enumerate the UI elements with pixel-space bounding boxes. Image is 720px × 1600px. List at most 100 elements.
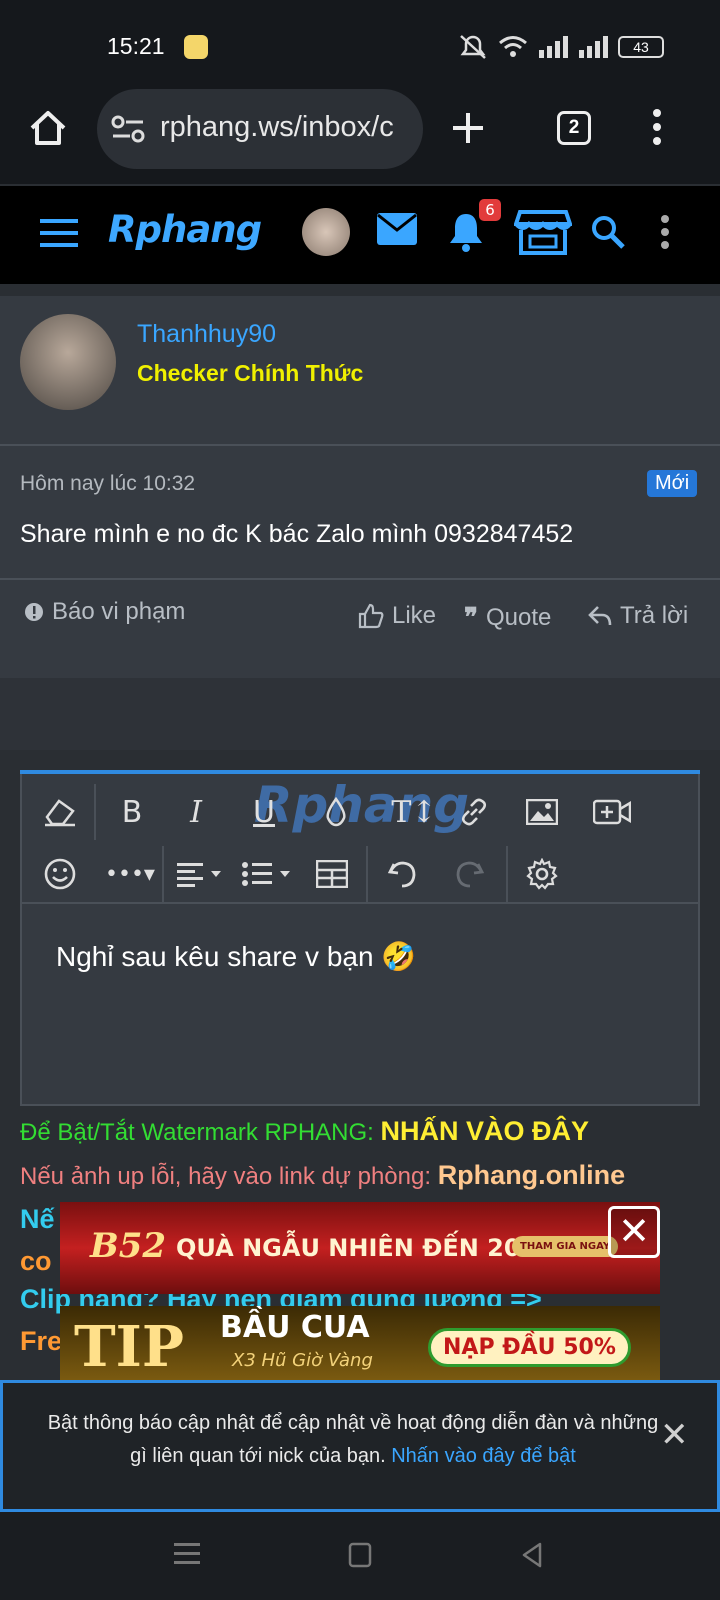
ad1-text: QUÀ NGẪU NHIÊN ĐẾN 200K: [176, 1234, 556, 1262]
status-icons: 43: [458, 34, 664, 60]
insert-link-button[interactable]: [452, 790, 496, 834]
site-settings-icon[interactable]: [111, 115, 145, 143]
insert-media-button[interactable]: [590, 790, 634, 834]
italic-icon: I: [190, 794, 202, 830]
font-size-button[interactable]: T↕: [384, 790, 444, 834]
eraser-icon: [45, 799, 75, 827]
ad-close-button[interactable]: ✕: [608, 1206, 660, 1258]
reply-icon: [588, 606, 612, 626]
hamburger-menu-icon[interactable]: [40, 218, 78, 248]
toolbar-separator: [366, 846, 368, 902]
home-button-icon[interactable]: [348, 1542, 372, 1568]
align-button[interactable]: [174, 852, 230, 896]
align-left-icon: [177, 863, 221, 887]
url-text[interactable]: rphang.ws/inbox/c: [160, 111, 418, 144]
inbox-icon[interactable]: [376, 212, 418, 246]
ellipsis-icon: •••▾: [105, 861, 155, 887]
underline-button[interactable]: U: [242, 790, 286, 834]
info-line-4-text: co: [20, 1246, 52, 1276]
search-icon[interactable]: [590, 214, 626, 250]
backup-link-label: Nếu ảnh up lỗi, hãy vào link dự phòng:: [20, 1163, 438, 1190]
list-button[interactable]: [240, 852, 296, 896]
message-post: Thanhhuy90 Checker Chính Thức Hôm nay lú…: [0, 296, 720, 678]
system-nav-bar: [0, 1512, 720, 1600]
author-avatar[interactable]: [20, 314, 116, 410]
ad-banner-b52[interactable]: B52 QUÀ NGẪU NHIÊN ĐẾN 200K THAM GIA NGA…: [60, 1202, 660, 1294]
report-button[interactable]: Báo vi phạm: [24, 598, 185, 626]
notice-message: Bật thông báo cập nhật để cập nhật về ho…: [43, 1407, 663, 1473]
signal-icon: [539, 36, 568, 58]
info-line-6-text: Fre: [20, 1326, 63, 1356]
info-line-3: Nế: [20, 1204, 55, 1235]
ad2-subtitle: X3 Hũ Giờ Vàng: [232, 1350, 373, 1371]
text-color-button[interactable]: [314, 790, 358, 834]
new-tab-icon[interactable]: [450, 110, 486, 146]
ad-banner-tip[interactable]: TIP BẦU CUA X3 Hũ Giờ Vàng NẠP ĐẦU 50%: [60, 1306, 660, 1380]
more-options-button[interactable]: •••▾: [102, 852, 158, 896]
enable-notifications-link[interactable]: Nhấn vào đây để bật: [391, 1445, 576, 1467]
notification-count-badge: 6: [479, 199, 501, 221]
reply-editor[interactable]: Rphang B I U T↕ •••▾ Nghỉ sau kêu share …: [20, 770, 700, 1106]
list-icon: [242, 862, 290, 886]
editor-toolbar: Rphang B I U T↕ •••▾: [22, 776, 698, 904]
image-icon: [526, 799, 558, 825]
like-button[interactable]: Like: [358, 602, 436, 630]
status-bar: 15:21 43: [0, 0, 720, 86]
watermark-toggle-link[interactable]: NHẤN VÀO ĐÂY: [381, 1116, 590, 1146]
undo-icon: [387, 861, 416, 888]
post-date[interactable]: Hôm nay lúc 10:32: [20, 472, 195, 496]
droplet-icon: [326, 797, 346, 827]
push-notification-prompt: Bật thông báo cập nhật để cập nhật về ho…: [0, 1380, 720, 1512]
close-icon[interactable]: ✕: [660, 1415, 689, 1455]
user-avatar[interactable]: [302, 208, 350, 256]
backup-link[interactable]: Rphang.online: [438, 1160, 625, 1190]
toolbar-separator: [506, 846, 508, 902]
toolbar-separator: [94, 784, 96, 840]
report-label: Báo vi phạm: [52, 598, 186, 625]
app-notification-icon: [184, 35, 208, 59]
recent-apps-icon[interactable]: [174, 1542, 200, 1566]
post-author-bar: Thanhhuy90 Checker Chính Thức: [0, 296, 720, 446]
info-line-4: co: [20, 1246, 52, 1277]
status-time: 15:21: [107, 33, 165, 59]
tab-switcher-button[interactable]: 2: [557, 111, 591, 145]
redo-button[interactable]: [448, 852, 492, 896]
watermark-toggle-label: Để Bật/Tắt Watermark RPHANG:: [20, 1119, 381, 1146]
more-menu-icon[interactable]: [652, 108, 662, 146]
italic-button[interactable]: I: [174, 790, 218, 834]
new-badge: Mới: [647, 470, 698, 497]
post-actions: Báo vi phạm Like ❞ Quote Trả lời: [0, 598, 720, 642]
more-options-icon[interactable]: [660, 214, 670, 250]
home-icon[interactable]: [28, 108, 68, 148]
browser-toolbar: rphang.ws/inbox/c 2: [0, 86, 720, 184]
info-line-3-text: Nế: [20, 1204, 55, 1234]
editor-content[interactable]: Nghỉ sau kêu share v bạn 🤣: [56, 940, 416, 973]
signal-icon-2: [579, 36, 608, 58]
smiley-icon: [44, 858, 76, 890]
font-size-icon: T↕: [391, 794, 437, 830]
address-bar[interactable]: rphang.ws/inbox/c: [97, 89, 423, 169]
quote-icon: ❞: [464, 602, 478, 632]
insert-table-button[interactable]: [310, 852, 354, 896]
post-divider: [0, 578, 720, 580]
bold-button[interactable]: B: [110, 790, 154, 834]
undo-button[interactable]: [380, 852, 424, 896]
ad2-title: BẦU CUA: [220, 1310, 370, 1345]
back-icon[interactable]: [520, 1542, 544, 1568]
clear-format-button[interactable]: [38, 790, 82, 834]
author-username[interactable]: Thanhhuy90: [137, 320, 276, 349]
editor-settings-button[interactable]: [520, 852, 564, 896]
mute-icon: [460, 35, 486, 59]
store-icon[interactable]: [514, 208, 572, 256]
emoji-button[interactable]: [38, 852, 82, 896]
insert-image-button[interactable]: [520, 790, 564, 834]
quote-label: Quote: [486, 603, 552, 631]
site-logo[interactable]: Rphang: [108, 208, 262, 251]
alert-icon: [25, 603, 43, 621]
quote-button[interactable]: ❞ Quote: [464, 602, 551, 633]
table-icon: [316, 860, 348, 888]
info-line-6: Fre: [20, 1326, 62, 1357]
reply-button[interactable]: Trả lời: [588, 602, 688, 630]
site-header: Rphang 6: [0, 186, 720, 284]
gear-icon: [526, 858, 558, 890]
